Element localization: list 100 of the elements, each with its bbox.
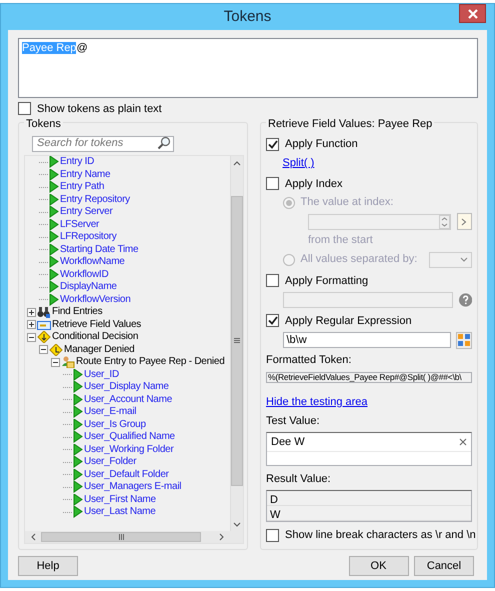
- checkbox[interactable]: [266, 138, 279, 152]
- collapse-icon[interactable]: [27, 332, 36, 342]
- formatted-token-field[interactable]: %(RetrieveFieldValues_Payee Rep#@Split( )@##<\b\: [266, 372, 472, 383]
- scroll-left-icon[interactable]: [30, 532, 36, 541]
- go-button[interactable]: [456, 213, 472, 230]
- expand-icon[interactable]: [27, 320, 36, 329]
- scroll-right-icon[interactable]: [219, 532, 225, 541]
- tree-item[interactable]: User_Display Name: [84, 381, 169, 393]
- tree-item[interactable]: User_Default Folder: [84, 468, 169, 480]
- close-button[interactable]: [459, 4, 486, 23]
- checkbox[interactable]: [266, 314, 279, 328]
- format-field[interactable]: [282, 292, 454, 308]
- tree-item[interactable]: User_Last Name: [84, 506, 156, 518]
- checkbox[interactable]: [18, 102, 31, 116]
- play-icon: [49, 194, 59, 206]
- play-icon: [73, 381, 83, 393]
- tree-item[interactable]: User_ID: [84, 368, 119, 380]
- tree-item[interactable]: Route Entry to Payee Rep - Denied: [76, 356, 225, 368]
- play-icon: [73, 506, 83, 518]
- checkbox-label: Show line break characters as \r and \n: [285, 528, 476, 543]
- tree-item[interactable]: Entry Repository: [60, 194, 130, 206]
- field-label: Test Value:: [266, 414, 321, 430]
- tree-item[interactable]: Entry Server: [60, 206, 113, 218]
- tree-item[interactable]: WorkflowVersion: [60, 294, 131, 306]
- play-icon: [49, 231, 59, 243]
- horizontal-scrollbar[interactable]: [25, 530, 243, 543]
- tree-item[interactable]: WorkflowName: [60, 256, 125, 268]
- tree-item[interactable]: Retrieve Field Values: [52, 318, 142, 330]
- play-icon: [73, 368, 83, 380]
- index-spin-field[interactable]: [308, 214, 452, 230]
- editor-text: @: [76, 42, 88, 54]
- help-button[interactable]: Help: [18, 556, 78, 576]
- spin-arrows-icon[interactable]: [439, 214, 450, 229]
- radio-button[interactable]: [282, 196, 294, 208]
- tree-item[interactable]: WorkflowID: [60, 268, 108, 280]
- tree-item[interactable]: User_Working Folder: [84, 444, 174, 456]
- tree-item[interactable]: Find Entries: [52, 306, 102, 318]
- tree-item[interactable]: User_Account Name: [84, 394, 172, 406]
- tree-item[interactable]: LFServer: [60, 218, 100, 230]
- play-icon: [49, 156, 59, 168]
- play-icon: [49, 281, 59, 293]
- chevron-right-icon: [461, 218, 468, 226]
- vertical-scrollbar[interactable]: [230, 156, 243, 531]
- tree-item[interactable]: User_E-mail: [84, 406, 136, 418]
- form-icon: [37, 318, 51, 330]
- ok-button[interactable]: OK: [348, 556, 408, 576]
- search-field[interactable]: Search for tokens: [32, 136, 174, 152]
- test-value-text: Dee W: [271, 434, 305, 450]
- checkbox-label: Apply Index: [285, 176, 342, 192]
- checkbox[interactable]: [266, 177, 279, 190]
- clear-icon[interactable]: [459, 438, 467, 446]
- regex-builder-button[interactable]: [456, 332, 472, 348]
- checkbox-label: Apply Function: [285, 137, 358, 152]
- tree-item[interactable]: Entry Path: [60, 181, 104, 193]
- regex-field[interactable]: \b\w: [282, 332, 451, 348]
- checkbox-label: Show tokens as plain text: [37, 102, 162, 116]
- play-icon: [49, 168, 59, 180]
- play-icon: [73, 468, 83, 480]
- tree-item[interactable]: Conditional Decision: [52, 331, 138, 343]
- play-icon: [73, 456, 83, 468]
- index-hint: from the start: [308, 233, 374, 248]
- scroll-up-icon[interactable]: [233, 160, 241, 166]
- play-icon: [49, 181, 59, 193]
- function-link[interactable]: Split( ): [282, 157, 314, 170]
- play-icon: [49, 268, 59, 280]
- checkbox[interactable]: [266, 274, 279, 288]
- result-line: D: [267, 490, 471, 506]
- play-icon: [73, 444, 83, 456]
- tree-item[interactable]: User_First Name: [84, 494, 156, 506]
- scroll-down-icon[interactable]: [233, 522, 241, 528]
- play-icon: [49, 244, 59, 256]
- play-icon: [73, 406, 83, 418]
- tree-item[interactable]: Starting Date Time: [60, 244, 138, 256]
- test-value-field[interactable]: Dee W: [266, 432, 472, 466]
- play-icon: [73, 394, 83, 406]
- checkbox[interactable]: [266, 528, 279, 542]
- play-icon: [73, 418, 83, 430]
- collapse-icon[interactable]: [39, 345, 48, 354]
- close-icon: [468, 8, 478, 18]
- dropdown-caret-icon: [460, 256, 468, 262]
- tree-item[interactable]: DisplayName: [60, 281, 117, 293]
- cancel-button[interactable]: Cancel: [414, 556, 474, 576]
- token-editor[interactable]: Payee Rep@: [18, 38, 478, 98]
- tree-item[interactable]: User_Folder: [84, 456, 136, 468]
- tree-item[interactable]: Entry ID: [60, 156, 94, 168]
- tree-item[interactable]: Entry Name: [60, 168, 110, 180]
- tree-item[interactable]: User_Managers E-mail: [84, 481, 182, 493]
- tree-item[interactable]: User_Qualified Name: [84, 431, 175, 443]
- play-icon: [49, 256, 59, 268]
- tree-item[interactable]: User_Is Group: [84, 418, 146, 430]
- field-label: Formatted Token:: [266, 353, 352, 368]
- checkbox-label: Apply Formatting: [285, 274, 368, 288]
- search-icon: [157, 136, 171, 150]
- tree-item[interactable]: LFRepository: [60, 231, 116, 243]
- toggle-testing-link[interactable]: Hide the testing area: [266, 396, 368, 408]
- help-icon[interactable]: [458, 292, 472, 306]
- radio-button[interactable]: [282, 254, 294, 266]
- collapse-icon[interactable]: [51, 358, 60, 366]
- tree-item[interactable]: Manager Denied: [64, 344, 134, 356]
- expand-icon[interactable]: [27, 308, 36, 316]
